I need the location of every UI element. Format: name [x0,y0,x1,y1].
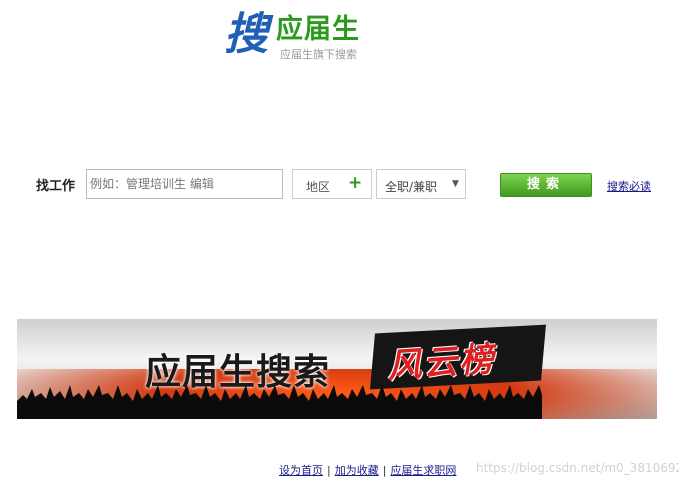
ranking-banner[interactable]: 应届生搜索 风云榜 [17,319,657,419]
job-type-select[interactable]: 全职/兼职 ▼ [376,169,466,199]
keyword-input[interactable] [86,169,283,199]
footer-separator: | [382,464,387,477]
logo-subtitle: 应届生旗下搜索 [280,48,357,61]
search-bar: 找工作 地区 + 全职/兼职 ▼ 搜索 搜索必读 [0,168,679,202]
plus-icon: + [348,173,363,193]
job-site-link[interactable]: 应届生求职网 [390,464,456,477]
footer-separator: | [327,464,331,477]
caret-down-icon: ▼ [452,179,459,189]
set-homepage-link[interactable]: 设为首页 [279,464,323,477]
watermark: https://blog.csdn.net/m0_38106923 [476,461,679,475]
add-favorite-link[interactable]: 加为收藏 [335,464,379,477]
site-logo[interactable]: 搜 应届生 应届生旗下搜索 [224,10,374,64]
logo-name: 应届生 [276,14,360,45]
footer-links: 设为首页 | 加为收藏 | 应届生求职网 [279,462,456,478]
search-button[interactable]: 搜索 [500,173,592,197]
job-type-value: 全职/兼职 [385,180,438,194]
search-label: 找工作 [36,179,76,194]
area-label: 地区 [306,180,331,194]
search-guide-link[interactable]: 搜索必读 [607,178,651,194]
crowd-silhouette-icon [17,385,542,419]
area-selector[interactable]: 地区 + [292,169,372,199]
logo-mark: 搜 [224,9,268,60]
